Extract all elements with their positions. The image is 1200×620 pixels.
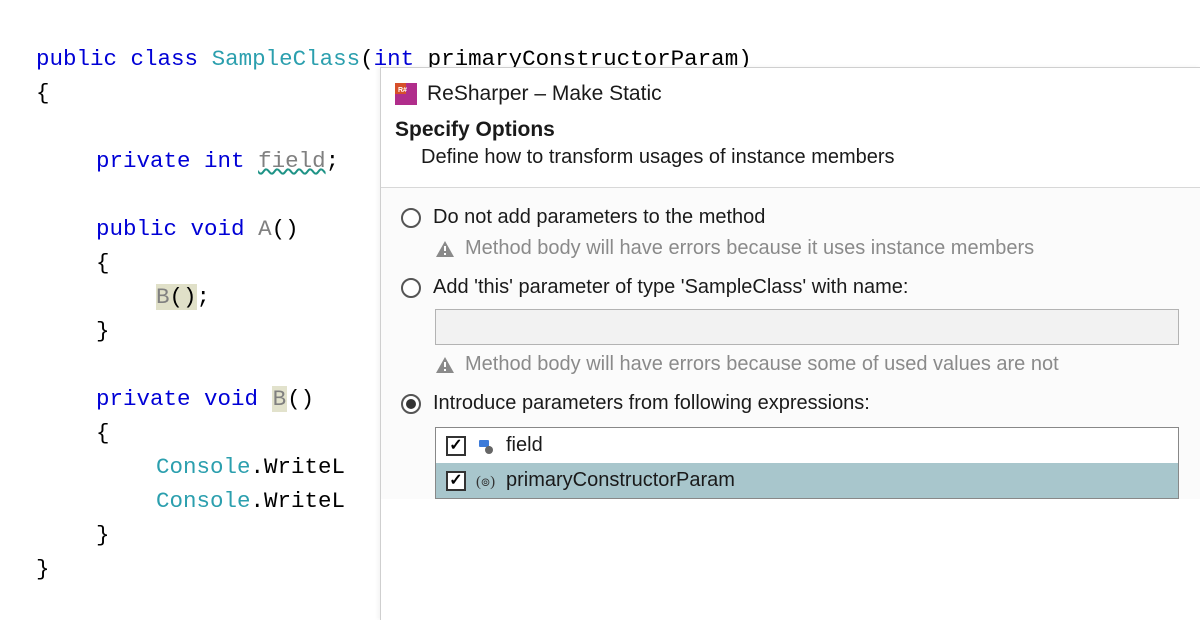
kw-class: class	[131, 46, 199, 72]
svg-text:(๏): (๏)	[476, 474, 495, 490]
radio-this-param[interactable]	[401, 278, 421, 298]
close-brace-b: }	[96, 522, 110, 548]
radio-no-params[interactable]	[401, 208, 421, 228]
method-a: A	[258, 216, 272, 242]
class-name: SampleClass	[212, 46, 361, 72]
open-brace-a: {	[96, 250, 110, 276]
open-brace-b: {	[96, 420, 110, 446]
kw-void-2: void	[204, 386, 258, 412]
kw-public-2: public	[96, 216, 177, 242]
writel-2: WriteL	[264, 488, 345, 514]
console-2: Console	[156, 488, 251, 514]
warning-icon	[435, 355, 455, 375]
open-brace: {	[36, 80, 50, 106]
writel-1: WriteL	[264, 454, 345, 480]
resharper-icon: R#	[395, 83, 417, 105]
this-param-name-input[interactable]	[435, 309, 1179, 345]
semi: ;	[326, 148, 340, 174]
option-this-param-warning-row: Method body will have errors because som…	[381, 351, 1200, 386]
kw-int-2: int	[204, 148, 245, 174]
dialog-titlebar: R# ReSharper – Make Static	[381, 68, 1200, 116]
radio-introduce-params[interactable]	[401, 394, 421, 414]
method-b: B	[272, 386, 288, 412]
console-1: Console	[156, 454, 251, 480]
option-no-params-warning: Method body will have errors because it …	[465, 237, 1034, 260]
section-subheading: Define how to transform usages of instan…	[381, 146, 1200, 187]
make-static-dialog: R# ReSharper – Make Static Specify Optio…	[380, 67, 1200, 620]
parens-b: ()	[287, 386, 314, 412]
option-this-param[interactable]: Add 'this' parameter of type 'SampleClas…	[381, 270, 1200, 305]
kw-void: void	[191, 216, 245, 242]
expression-row-field[interactable]: field	[436, 428, 1178, 463]
close-brace-class: }	[36, 556, 50, 582]
expression-field-label: field	[506, 434, 543, 457]
call-b-parens: ()	[170, 284, 197, 310]
checkbox-param[interactable]	[446, 471, 466, 491]
option-no-params-label: Do not add parameters to the method	[433, 206, 765, 229]
expression-param-label: primaryConstructorParam	[506, 469, 735, 492]
option-no-params[interactable]: Do not add parameters to the method	[381, 200, 1200, 235]
checkbox-field[interactable]	[446, 436, 466, 456]
dialog-title: ReSharper – Make Static	[427, 82, 662, 106]
kw-private: private	[96, 148, 191, 174]
call-b: B	[156, 284, 170, 310]
expressions-list[interactable]: field (๏) primaryConstructorParam	[435, 427, 1179, 499]
section-heading: Specify Options	[381, 116, 1200, 146]
parens-a: ()	[272, 216, 299, 242]
field-icon	[476, 436, 496, 456]
dot-2: .	[251, 488, 265, 514]
svg-text:R#: R#	[398, 87, 407, 94]
dot-1: .	[251, 454, 265, 480]
option-this-param-label: Add 'this' parameter of type 'SampleClas…	[433, 276, 909, 299]
option-no-params-warning-row: Method body will have errors because it …	[381, 235, 1200, 270]
option-this-param-warning: Method body will have errors because som…	[465, 353, 1059, 376]
field-name: field	[258, 148, 326, 174]
lparen: (	[360, 46, 374, 72]
expression-row-param[interactable]: (๏) primaryConstructorParam	[436, 463, 1178, 498]
option-introduce-params-label: Introduce parameters from following expr…	[433, 392, 870, 415]
options-area: Do not add parameters to the method Meth…	[381, 187, 1200, 499]
param-icon: (๏)	[476, 471, 496, 491]
kw-private-2: private	[96, 386, 191, 412]
warning-icon	[435, 239, 455, 259]
option-introduce-params[interactable]: Introduce parameters from following expr…	[381, 386, 1200, 421]
close-brace-a: }	[96, 318, 110, 344]
kw-public: public	[36, 46, 117, 72]
semi-2: ;	[197, 284, 211, 310]
